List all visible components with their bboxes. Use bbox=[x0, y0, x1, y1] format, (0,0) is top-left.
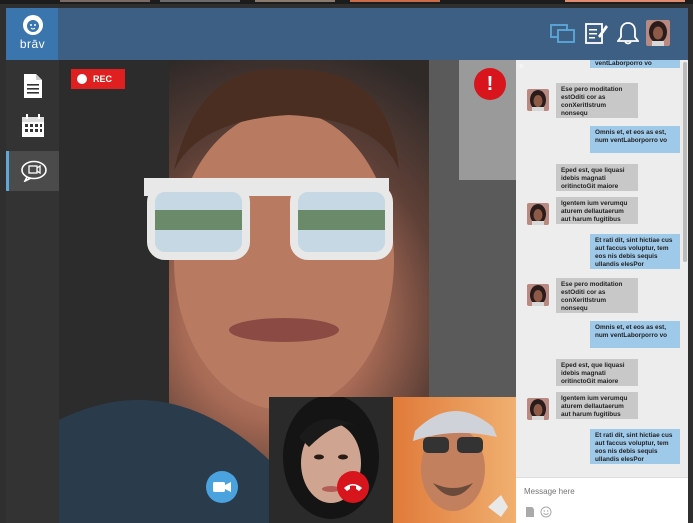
collapse-chat-icon[interactable]: « bbox=[519, 61, 523, 70]
phone-hangup-icon bbox=[344, 484, 362, 491]
top-strip bbox=[0, 0, 693, 4]
chat-message-out: Omnis et, et eos as est, num ventLaborpo… bbox=[590, 126, 680, 153]
chat-message-out: Et rati dit, sint hictiae cus aut faccus… bbox=[590, 234, 680, 269]
message-input[interactable] bbox=[524, 484, 674, 498]
chat-message-out: Omnis et, et eos as est, num ventLaborpo… bbox=[590, 321, 680, 348]
chat-message-in: Igentem ium verumqu aturem dellautaerum … bbox=[556, 197, 638, 224]
chat-message-in: Ese pero moditation estOditi cor as conX… bbox=[556, 278, 638, 313]
document-icon bbox=[23, 74, 42, 98]
participant-thumbnail-2[interactable] bbox=[393, 397, 516, 523]
participant-thumbnail-1[interactable] bbox=[269, 397, 393, 523]
chat-message-out: ventLaborporro vo bbox=[590, 60, 680, 68]
sender-avatar bbox=[527, 398, 549, 420]
record-dot-icon bbox=[77, 74, 87, 84]
notes-button[interactable] bbox=[583, 20, 609, 46]
video-chat-icon bbox=[550, 24, 575, 43]
chat-panel: ventLaborporro vo Ese pero moditation est… bbox=[516, 60, 688, 523]
camera-toggle-button[interactable] bbox=[206, 471, 238, 503]
app-logo[interactable]: brāv bbox=[6, 8, 59, 60]
user-avatar[interactable] bbox=[646, 20, 670, 46]
message-composer bbox=[516, 477, 688, 523]
edit-notes-icon bbox=[585, 23, 608, 44]
recording-badge[interactable]: REC bbox=[71, 69, 125, 89]
chat-message-in: Eped est, que liquasi idebis magnati ori… bbox=[556, 164, 638, 191]
hang-up-button[interactable] bbox=[337, 471, 369, 503]
lion-logo-icon bbox=[22, 15, 43, 35]
sidebar-item-calendar[interactable] bbox=[6, 106, 59, 146]
sender-avatar bbox=[527, 203, 549, 225]
notifications-button[interactable] bbox=[615, 20, 641, 46]
attachment-icon[interactable] bbox=[524, 506, 536, 518]
video-chat-app: brāv REC ! ventLaborporro vo Ese pero mo… bbox=[0, 0, 693, 523]
video-chat-button[interactable] bbox=[550, 20, 576, 46]
participant-2-image bbox=[393, 397, 516, 523]
chat-message-out: Et rati dit, sint hictiae cus aut faccus… bbox=[590, 429, 680, 464]
sidebar-item-chat[interactable] bbox=[6, 151, 59, 191]
chat-message-in: Eped est, que liquasi idebis magnati ori… bbox=[556, 359, 638, 386]
chat-bubble-icon bbox=[21, 160, 47, 182]
alert-button[interactable]: ! bbox=[474, 68, 506, 100]
sender-avatar bbox=[527, 89, 549, 111]
exclamation-icon: ! bbox=[486, 72, 494, 95]
chat-message-in: Igentem ium verumqu aturem dellautaerum … bbox=[556, 392, 638, 419]
calendar-icon bbox=[21, 114, 44, 137]
rec-label: REC bbox=[93, 74, 113, 84]
video-camera-icon bbox=[213, 482, 231, 492]
avatar-image bbox=[646, 20, 670, 46]
chat-scrollbar[interactable] bbox=[683, 62, 687, 262]
main-video-feed[interactable]: REC ! bbox=[59, 60, 516, 523]
chat-message-in: Ese pero moditation estOditi cor as conX… bbox=[556, 83, 638, 118]
participant-1-image bbox=[269, 397, 393, 523]
emoji-icon[interactable] bbox=[540, 506, 552, 518]
brand-name: brāv bbox=[19, 37, 46, 51]
sender-avatar bbox=[527, 284, 549, 306]
bell-icon bbox=[617, 22, 639, 45]
sidebar-item-documents[interactable] bbox=[6, 66, 59, 106]
